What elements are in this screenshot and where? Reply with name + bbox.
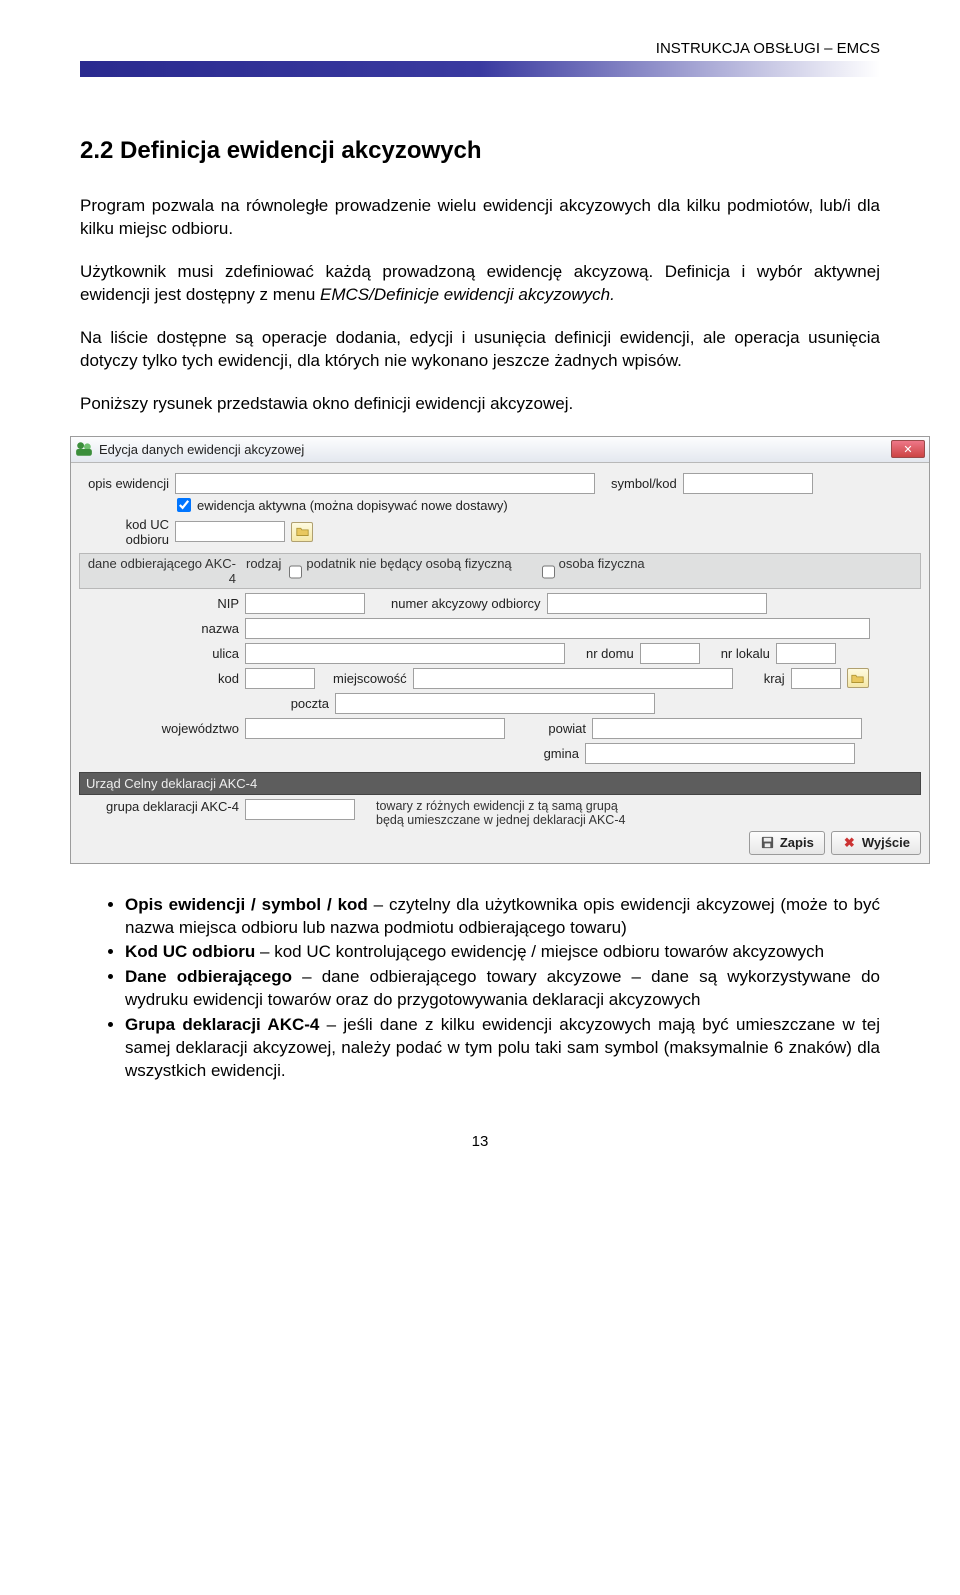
poczta-label: poczta — [269, 696, 329, 711]
active-checkbox[interactable] — [177, 498, 191, 512]
kod-input[interactable] — [245, 668, 315, 689]
paragraph-4: Poniższy rysunek przedstawia okno defini… — [80, 393, 880, 416]
ulica-input[interactable] — [245, 643, 565, 664]
paragraph-3: Na liście dostępne są operacje dodania, … — [80, 327, 880, 373]
list-item: Grupa deklaracji AKC-4 – jeśli dane z ki… — [125, 1014, 880, 1083]
kod-uc-input[interactable] — [175, 521, 285, 542]
bullet-list: Opis ewidencji / symbol / kod – czytelny… — [80, 894, 880, 1084]
rodzaj-opt2-label: osoba fizyczna — [559, 556, 645, 586]
header-gradient-bar — [80, 61, 880, 77]
section-title: 2.2 Definicja ewidencji akcyzowych — [80, 137, 880, 165]
dane-odb-label: dane odbierającego AKC-4 — [86, 556, 236, 586]
bullet-2-title: Kod UC odbioru — [125, 942, 255, 961]
miejscowosc-label: miejscowość — [333, 671, 407, 686]
nrdomu-input[interactable] — [640, 643, 700, 664]
save-icon — [760, 835, 775, 850]
powiat-label: powiat — [531, 721, 586, 736]
ulica-label: ulica — [179, 646, 239, 661]
gmina-input[interactable] — [585, 743, 855, 764]
symbol-input[interactable] — [683, 473, 813, 494]
dialog-title: Edycja danych ewidencji akcyzowej — [99, 442, 891, 457]
users-icon — [75, 440, 93, 458]
bullet-1-title: Opis ewidencji / symbol / kod — [125, 895, 368, 914]
miejscowosc-input[interactable] — [413, 668, 733, 689]
nrlokalu-label: nr lokalu — [721, 646, 770, 661]
rodzaj-opt1-label: podatnik nie będący osobą fizyczną — [306, 556, 511, 586]
kod-uc-lookup-button[interactable] — [291, 522, 313, 542]
grupa-input[interactable] — [245, 799, 355, 820]
bullet-4-title: Grupa deklaracji AKC-4 — [125, 1015, 319, 1034]
page-number: 13 — [80, 1133, 880, 1150]
list-item: Dane odbierającego – dane odbierającego … — [125, 966, 880, 1012]
symbol-label: symbol/kod — [611, 476, 677, 491]
kraj-lookup-button[interactable] — [847, 668, 869, 688]
rodzaj-label: rodzaj — [246, 556, 281, 586]
opis-label: opis ewidencji — [79, 476, 169, 491]
exit-button-label: Wyjście — [862, 835, 910, 850]
rodzaj-opt2-checkbox[interactable] — [542, 558, 555, 586]
page-header-title: INSTRUKCJA OBSŁUGI – EMCS — [80, 40, 880, 57]
powiat-input[interactable] — [592, 718, 862, 739]
exit-icon: ✖ — [842, 835, 857, 850]
numer-akc-label: numer akcyzowy odbiorcy — [391, 596, 541, 611]
nazwa-input[interactable] — [245, 618, 870, 639]
dialog-window: Edycja danych ewidencji akcyzowej ✕ opis… — [70, 436, 930, 864]
poczta-input[interactable] — [335, 693, 655, 714]
bullet-3-title: Dane odbierającego — [125, 967, 292, 986]
wojewodztwo-input[interactable] — [245, 718, 505, 739]
kraj-label: kraj — [764, 671, 785, 686]
dialog-titlebar: Edycja danych ewidencji akcyzowej ✕ — [71, 437, 929, 463]
kod-uc-label: kod UC odbioru — [79, 517, 169, 547]
nrlokalu-input[interactable] — [776, 643, 836, 664]
paragraph-2b: EMCS/Definicje ewidencji akcyzowych. — [320, 285, 615, 304]
opis-input[interactable] — [175, 473, 595, 494]
exit-button[interactable]: ✖ Wyjście — [831, 831, 921, 855]
nip-label: NIP — [199, 596, 239, 611]
rodzaj-opt1-checkbox[interactable] — [289, 558, 302, 586]
wojewodztwo-label: województwo — [144, 721, 239, 736]
kraj-input[interactable] — [791, 668, 841, 689]
close-icon: ✕ — [903, 443, 912, 456]
paragraph-1: Program pozwala na równoległe prowadzeni… — [80, 195, 880, 241]
nip-input[interactable] — [245, 593, 365, 614]
gmina-label: gmina — [509, 746, 579, 761]
list-item: Kod UC odbioru – kod UC kontrolującego e… — [125, 941, 880, 964]
folder-icon — [296, 525, 309, 538]
dane-odbierajacego-band: dane odbierającego AKC-4 rodzaj podatnik… — [79, 553, 921, 589]
list-item: Opis ewidencji / symbol / kod – czytelny… — [125, 894, 880, 940]
kod-label: kod — [179, 671, 239, 686]
nazwa-label: nazwa — [179, 621, 239, 636]
active-label: ewidencja aktywna (można dopisywać nowe … — [197, 498, 508, 513]
grupa-label: grupa deklaracji AKC-4 — [79, 799, 239, 814]
nrdomu-label: nr domu — [586, 646, 634, 661]
numer-akc-input[interactable] — [547, 593, 767, 614]
save-button[interactable]: Zapis — [749, 831, 825, 855]
save-button-label: Zapis — [780, 835, 814, 850]
bullet-2-text: – kod UC kontrolującego ewidencję / miej… — [255, 942, 824, 961]
folder-icon — [851, 672, 864, 685]
urzad-celny-band: Urząd Celny deklaracji AKC-4 — [79, 772, 921, 795]
paragraph-2: Użytkownik musi zdefiniować każdą prowad… — [80, 261, 880, 307]
grupa-hint1: towary z różnych ewidencji z tą samą gru… — [376, 799, 625, 813]
grupa-hint2: będą umieszczane w jednej deklaracji AKC… — [376, 813, 625, 827]
close-button[interactable]: ✕ — [891, 440, 925, 458]
